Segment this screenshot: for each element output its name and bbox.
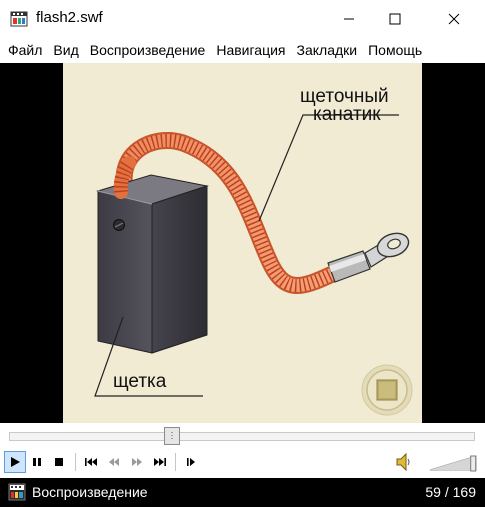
play-icon [11, 457, 20, 467]
movie-stop-button[interactable] [360, 363, 414, 417]
rewind-button[interactable] [103, 451, 125, 473]
menu-bookmarks[interactable]: Закладки [297, 42, 358, 58]
swf-file-icon [8, 483, 26, 501]
fast-forward-button[interactable] [126, 451, 148, 473]
player-window: flash2.swf Файл Вид Воспроизведение Нави… [0, 0, 485, 507]
playback-controls [0, 448, 485, 476]
seek-bar[interactable] [0, 423, 485, 448]
step-forward-icon [187, 458, 195, 466]
rewind-icon [109, 458, 119, 466]
minimize-button[interactable] [326, 0, 372, 38]
volume-icon[interactable] [395, 452, 413, 472]
volume-slider[interactable] [428, 454, 478, 472]
skip-to-start-icon [85, 458, 97, 466]
maximize-icon [389, 13, 401, 25]
controls-divider [75, 453, 76, 471]
carbon-brush-block [96, 174, 209, 354]
close-icon [448, 13, 460, 25]
menu-help[interactable]: Помощь [368, 42, 422, 58]
menu-bar: Файл Вид Воспроизведение Навигация Закла… [0, 38, 485, 62]
step-forward-button[interactable] [180, 451, 202, 473]
close-button[interactable] [431, 0, 477, 38]
stop-button[interactable] [48, 451, 70, 473]
movie-stage[interactable]: щеточный канатик щетка [0, 63, 485, 423]
seek-grip-icon [171, 432, 173, 439]
playback-status: Воспроизведение [32, 484, 148, 500]
maximize-button[interactable] [372, 0, 418, 38]
skip-to-end-button[interactable] [149, 451, 171, 473]
title-bar: flash2.swf [0, 0, 485, 38]
menu-file[interactable]: Файл [8, 42, 42, 58]
movie-frame: щеточный канатик щетка [63, 63, 422, 423]
frame-counter: 59 / 169 [425, 484, 476, 500]
cable-lug [327, 232, 410, 283]
pause-button[interactable] [26, 451, 48, 473]
brush-label: щетка [113, 371, 167, 392]
fast-forward-icon [132, 458, 142, 466]
pause-icon [33, 458, 41, 466]
minimize-icon [344, 18, 354, 20]
seek-track[interactable] [9, 432, 475, 441]
menu-view[interactable]: Вид [53, 42, 78, 58]
skip-to-start-button[interactable] [80, 451, 102, 473]
cable-label-line2: канатик [313, 104, 381, 125]
play-button[interactable] [4, 451, 26, 473]
window-title: flash2.swf [36, 9, 103, 26]
status-bar: Воспроизведение 59 / 169 [0, 478, 485, 507]
app-icon [10, 11, 28, 27]
stop-icon [55, 458, 63, 466]
menu-navigation[interactable]: Навигация [216, 42, 285, 58]
controls-divider-2 [175, 453, 176, 471]
menu-playback[interactable]: Воспроизведение [90, 42, 206, 58]
seek-thumb[interactable] [164, 427, 180, 445]
skip-to-end-icon [154, 458, 166, 466]
